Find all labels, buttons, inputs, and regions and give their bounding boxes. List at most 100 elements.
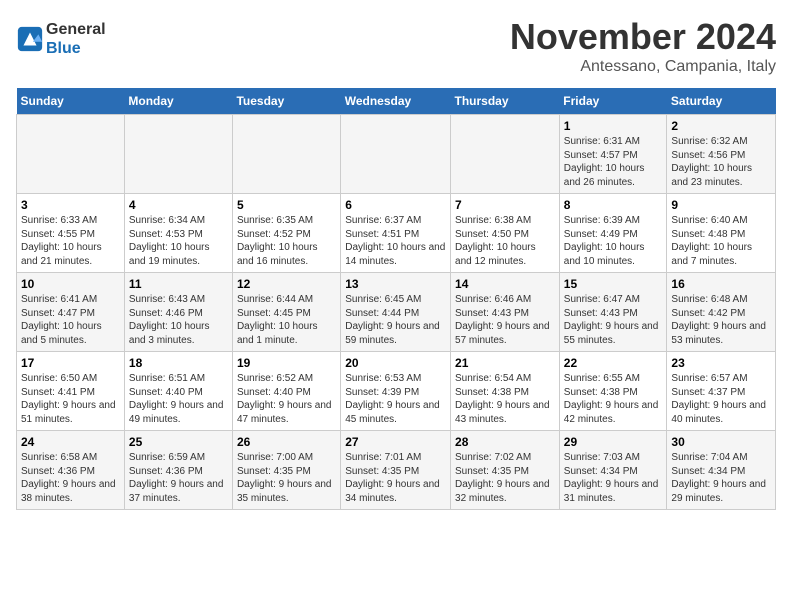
day-number: 26 bbox=[237, 435, 336, 449]
logo-text: General Blue bbox=[46, 20, 106, 58]
day-number: 6 bbox=[345, 198, 446, 212]
calendar-cell bbox=[232, 115, 340, 194]
calendar-cell: 10Sunrise: 6:41 AM Sunset: 4:47 PM Dayli… bbox=[17, 273, 125, 352]
day-number: 14 bbox=[455, 277, 555, 291]
calendar-cell: 9 Sunrise: 6:40 AM Sunset: 4:48 PM Daylig… bbox=[667, 194, 776, 273]
calendar-cell: 28 Sunrise: 7:02 AM Sunset: 4:35 PM Dayli… bbox=[451, 431, 560, 510]
calendar-cell: 1 Sunrise: 6:31 AM Sunset: 4:57 PM Daylig… bbox=[559, 115, 667, 194]
day-info: Sunrise: 7:03 AM Sunset: 4:34 PM Dayligh… bbox=[564, 452, 659, 504]
calendar-cell bbox=[124, 115, 232, 194]
calendar-cell: 29 Sunrise: 7:03 AM Sunset: 4:34 PM Dayli… bbox=[559, 431, 667, 510]
header-day-saturday: Saturday bbox=[667, 88, 776, 115]
day-number: 21 bbox=[455, 356, 555, 370]
day-number: 17 bbox=[21, 356, 120, 370]
day-number: 24 bbox=[21, 435, 120, 449]
title-area: November 2024 Antessano, Campania, Italy bbox=[510, 16, 776, 76]
day-number: 9 bbox=[671, 198, 771, 212]
day-info: Sunrise: 6:51 AM Sunset: 4:40 PM Dayligh… bbox=[129, 373, 224, 425]
calendar-cell: 23 Sunrise: 6:57 AM Sunset: 4:37 PM Dayli… bbox=[667, 352, 776, 431]
day-info: Sunrise: 6:37 AM Sunset: 4:51 PM Dayligh… bbox=[345, 215, 445, 267]
logo: General Blue bbox=[16, 20, 106, 58]
day-number: 19 bbox=[237, 356, 336, 370]
day-info: Sunrise: 6:44 AM Sunset: 4:45 PM Dayligh… bbox=[237, 294, 318, 346]
calendar-cell: 15 Sunrise: 6:47 AM Sunset: 4:43 PM Dayli… bbox=[559, 273, 667, 352]
day-number: 7 bbox=[455, 198, 555, 212]
day-info: Sunrise: 6:52 AM Sunset: 4:40 PM Dayligh… bbox=[237, 373, 332, 425]
sub-title: Antessano, Campania, Italy bbox=[510, 58, 776, 76]
day-info: Sunrise: 7:02 AM Sunset: 4:35 PM Dayligh… bbox=[455, 452, 550, 504]
day-number: 1 bbox=[564, 119, 663, 133]
header-day-friday: Friday bbox=[559, 88, 667, 115]
calendar-cell: 20Sunrise: 6:53 AM Sunset: 4:39 PM Dayli… bbox=[341, 352, 451, 431]
day-number: 5 bbox=[237, 198, 336, 212]
calendar-cell: 14 Sunrise: 6:46 AM Sunset: 4:43 PM Dayli… bbox=[451, 273, 560, 352]
calendar-cell: 19 Sunrise: 6:52 AM Sunset: 4:40 PM Dayli… bbox=[232, 352, 340, 431]
day-number: 11 bbox=[129, 277, 228, 291]
day-number: 23 bbox=[671, 356, 771, 370]
calendar-cell: 25Sunrise: 6:59 AM Sunset: 4:36 PM Dayli… bbox=[124, 431, 232, 510]
calendar-cell: 22 Sunrise: 6:55 AM Sunset: 4:38 PM Dayli… bbox=[559, 352, 667, 431]
day-number: 18 bbox=[129, 356, 228, 370]
day-info: Sunrise: 6:50 AM Sunset: 4:41 PM Dayligh… bbox=[21, 373, 116, 425]
day-number: 30 bbox=[671, 435, 771, 449]
day-info: Sunrise: 6:33 AM Sunset: 4:55 PM Dayligh… bbox=[21, 215, 102, 267]
day-number: 2 bbox=[671, 119, 771, 133]
day-info: Sunrise: 6:47 AM Sunset: 4:43 PM Dayligh… bbox=[564, 294, 659, 346]
day-number: 29 bbox=[564, 435, 663, 449]
calendar-cell bbox=[341, 115, 451, 194]
calendar-body: 1 Sunrise: 6:31 AM Sunset: 4:57 PM Daylig… bbox=[17, 115, 776, 510]
day-number: 3 bbox=[21, 198, 120, 212]
calendar-cell: 11 Sunrise: 6:43 AM Sunset: 4:46 PM Dayli… bbox=[124, 273, 232, 352]
calendar-cell: 12 Sunrise: 6:44 AM Sunset: 4:45 PM Dayli… bbox=[232, 273, 340, 352]
calendar-cell: 26 Sunrise: 7:00 AM Sunset: 4:35 PM Dayli… bbox=[232, 431, 340, 510]
calendar-header: SundayMondayTuesdayWednesdayThursdayFrid… bbox=[17, 88, 776, 115]
calendar-cell: 4Sunrise: 6:34 AM Sunset: 4:53 PM Daylig… bbox=[124, 194, 232, 273]
day-number: 12 bbox=[237, 277, 336, 291]
calendar-cell bbox=[451, 115, 560, 194]
day-number: 15 bbox=[564, 277, 663, 291]
day-info: Sunrise: 7:04 AM Sunset: 4:34 PM Dayligh… bbox=[671, 452, 766, 504]
header: General Blue November 2024 Antessano, Ca… bbox=[16, 16, 776, 76]
day-info: Sunrise: 6:39 AM Sunset: 4:49 PM Dayligh… bbox=[564, 215, 645, 267]
header-day-thursday: Thursday bbox=[451, 88, 560, 115]
day-info: Sunrise: 6:55 AM Sunset: 4:38 PM Dayligh… bbox=[564, 373, 659, 425]
day-info: Sunrise: 6:45 AM Sunset: 4:44 PM Dayligh… bbox=[345, 294, 440, 346]
day-number: 27 bbox=[345, 435, 446, 449]
header-day-monday: Monday bbox=[124, 88, 232, 115]
calendar-week-2: 3 Sunrise: 6:33 AM Sunset: 4:55 PM Daylig… bbox=[17, 194, 776, 273]
calendar-week-3: 10Sunrise: 6:41 AM Sunset: 4:47 PM Dayli… bbox=[17, 273, 776, 352]
day-info: Sunrise: 6:54 AM Sunset: 4:38 PM Dayligh… bbox=[455, 373, 550, 425]
day-number: 28 bbox=[455, 435, 555, 449]
calendar-cell: 5Sunrise: 6:35 AM Sunset: 4:52 PM Daylig… bbox=[232, 194, 340, 273]
day-info: Sunrise: 6:38 AM Sunset: 4:50 PM Dayligh… bbox=[455, 215, 536, 267]
calendar-cell: 2 Sunrise: 6:32 AM Sunset: 4:56 PM Daylig… bbox=[667, 115, 776, 194]
calendar-week-1: 1 Sunrise: 6:31 AM Sunset: 4:57 PM Daylig… bbox=[17, 115, 776, 194]
day-info: Sunrise: 6:40 AM Sunset: 4:48 PM Dayligh… bbox=[671, 215, 752, 267]
day-info: Sunrise: 7:00 AM Sunset: 4:35 PM Dayligh… bbox=[237, 452, 332, 504]
calendar-cell: 24Sunrise: 6:58 AM Sunset: 4:36 PM Dayli… bbox=[17, 431, 125, 510]
day-info: Sunrise: 6:57 AM Sunset: 4:37 PM Dayligh… bbox=[671, 373, 766, 425]
day-number: 25 bbox=[129, 435, 228, 449]
day-info: Sunrise: 6:34 AM Sunset: 4:53 PM Dayligh… bbox=[129, 215, 210, 267]
day-info: Sunrise: 6:53 AM Sunset: 4:39 PM Dayligh… bbox=[345, 373, 440, 425]
header-row: SundayMondayTuesdayWednesdayThursdayFrid… bbox=[17, 88, 776, 115]
calendar-week-4: 17 Sunrise: 6:50 AM Sunset: 4:41 PM Dayli… bbox=[17, 352, 776, 431]
day-info: Sunrise: 6:31 AM Sunset: 4:57 PM Dayligh… bbox=[564, 136, 645, 188]
day-info: Sunrise: 6:43 AM Sunset: 4:46 PM Dayligh… bbox=[129, 294, 210, 346]
day-info: Sunrise: 6:32 AM Sunset: 4:56 PM Dayligh… bbox=[671, 136, 752, 188]
header-day-sunday: Sunday bbox=[17, 88, 125, 115]
day-info: Sunrise: 7:01 AM Sunset: 4:35 PM Dayligh… bbox=[345, 452, 440, 504]
calendar-cell: 6 Sunrise: 6:37 AM Sunset: 4:51 PM Daylig… bbox=[341, 194, 451, 273]
header-day-wednesday: Wednesday bbox=[341, 88, 451, 115]
calendar-cell: 18 Sunrise: 6:51 AM Sunset: 4:40 PM Dayli… bbox=[124, 352, 232, 431]
day-number: 22 bbox=[564, 356, 663, 370]
calendar-table: SundayMondayTuesdayWednesdayThursdayFrid… bbox=[16, 88, 776, 510]
calendar-cell: 7 Sunrise: 6:38 AM Sunset: 4:50 PM Daylig… bbox=[451, 194, 560, 273]
day-info: Sunrise: 6:46 AM Sunset: 4:43 PM Dayligh… bbox=[455, 294, 550, 346]
calendar-cell: 13Sunrise: 6:45 AM Sunset: 4:44 PM Dayli… bbox=[341, 273, 451, 352]
calendar-cell: 17 Sunrise: 6:50 AM Sunset: 4:41 PM Dayli… bbox=[17, 352, 125, 431]
logo-icon bbox=[16, 25, 44, 53]
day-number: 10 bbox=[21, 277, 120, 291]
day-number: 8 bbox=[564, 198, 663, 212]
day-number: 16 bbox=[671, 277, 771, 291]
